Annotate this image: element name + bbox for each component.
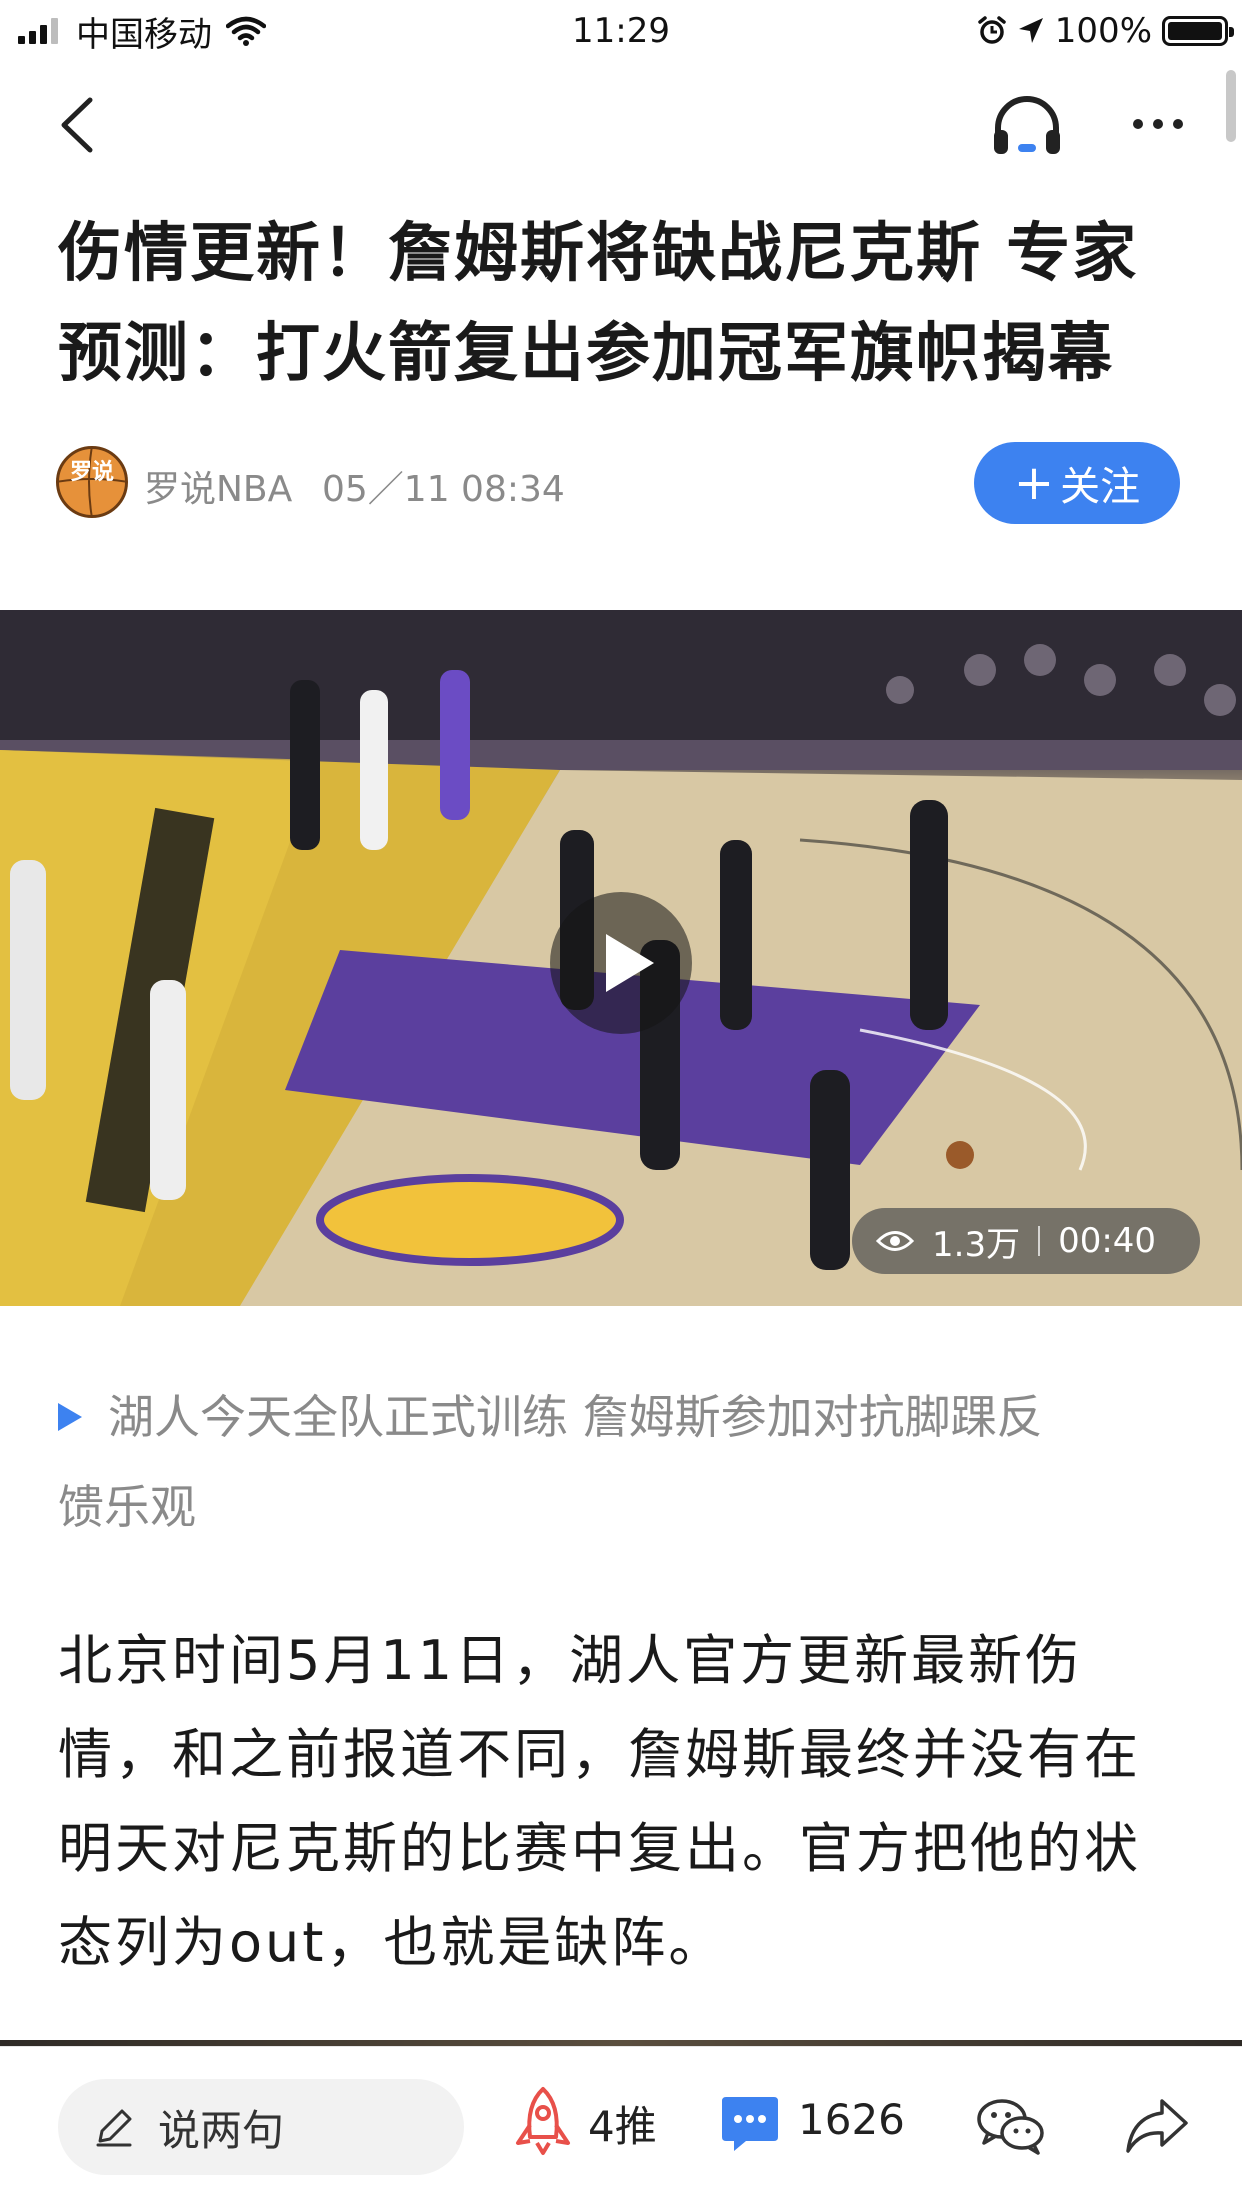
tui-count[interactable]: 4推 bbox=[588, 2093, 657, 2154]
play-triangle-icon bbox=[58, 1403, 82, 1431]
comment-count[interactable]: 1626 bbox=[798, 2095, 905, 2144]
plus-icon: + bbox=[1013, 455, 1055, 511]
battery-icon bbox=[1162, 16, 1234, 46]
video-duration: 00:40 bbox=[1058, 1221, 1157, 1261]
battery-percent: 100% bbox=[1054, 11, 1152, 51]
related-text: 湖人今天全队正式训练 詹姆斯参加对抗脚踝反 bbox=[108, 1390, 1043, 1444]
article-body: 北京时间5月11日，湖人官方更新最新伤 情，和之前报道不同，詹姆斯最终并没有在 … bbox=[58, 1614, 1188, 1990]
avatar-text: 罗说 bbox=[69, 460, 114, 485]
body-line: 情，和之前报道不同，詹姆斯最终并没有在 bbox=[58, 1723, 1141, 1786]
play-button[interactable] bbox=[550, 892, 692, 1034]
video-player[interactable]: 1.3万 00:40 bbox=[0, 610, 1242, 1306]
back-icon[interactable] bbox=[50, 92, 110, 158]
share-icon[interactable] bbox=[1124, 2095, 1190, 2155]
body-line: 北京时间5月11日，湖人官方更新最新伤 bbox=[58, 1629, 1083, 1692]
alarm-icon bbox=[978, 16, 1006, 44]
author-avatar[interactable]: 罗说 bbox=[56, 446, 128, 518]
status-right: 100% bbox=[977, 8, 1234, 54]
follow-button[interactable]: + 关注 bbox=[974, 442, 1180, 524]
author-name[interactable]: 罗说NBA bbox=[144, 460, 292, 512]
view-count: 1.3万 bbox=[932, 1224, 1021, 1265]
comment-icon[interactable] bbox=[720, 2093, 780, 2155]
rocket-icon[interactable] bbox=[510, 2085, 576, 2157]
related-video-link[interactable]: 湖人今天全队正式训练 詹姆斯参加对抗脚踝反 馈乐观 bbox=[58, 1372, 1188, 1552]
more-icon[interactable] bbox=[1128, 104, 1188, 144]
scroll-indicator[interactable] bbox=[1226, 70, 1236, 142]
location-icon bbox=[1018, 18, 1043, 43]
title-line: 伤情更新！詹姆斯将缺战尼克斯 专家 bbox=[58, 217, 1139, 291]
body-line: 明天对尼克斯的比赛中复出。官方把他的状 bbox=[58, 1817, 1141, 1880]
publish-time: 05／11 08:34 bbox=[322, 469, 565, 510]
divider bbox=[1038, 1226, 1041, 1256]
top-nav bbox=[0, 70, 1242, 180]
pencil-icon bbox=[96, 2109, 132, 2147]
bottom-action-bar: 说两句 4推 1626 bbox=[0, 2046, 1242, 2208]
comment-placeholder: 说两句 bbox=[158, 2105, 285, 2155]
comment-input[interactable]: 说两句 bbox=[58, 2079, 464, 2175]
title-line: 预测：打火箭复出参加冠军旗帜揭幕 bbox=[58, 317, 1114, 391]
wechat-icon[interactable] bbox=[976, 2097, 1046, 2155]
article-title: 伤情更新！詹姆斯将缺战尼克斯 专家 预测：打火箭复出参加冠军旗帜揭幕 bbox=[58, 204, 1188, 404]
follow-label: 关注 bbox=[1060, 464, 1141, 510]
video-info-badge: 1.3万 00:40 bbox=[852, 1208, 1200, 1274]
body-line: 态列为out，也就是缺阵。 bbox=[58, 1911, 726, 1974]
headphones-icon[interactable] bbox=[990, 92, 1064, 158]
status-bar: 中国移动 11:29 100% bbox=[0, 0, 1242, 62]
play-icon bbox=[606, 934, 654, 992]
author-row: 罗说 罗说NBA 05／11 08:34 + 关注 bbox=[56, 442, 1186, 524]
eye-icon bbox=[876, 1231, 914, 1251]
related-text: 馈乐观 bbox=[58, 1480, 196, 1534]
